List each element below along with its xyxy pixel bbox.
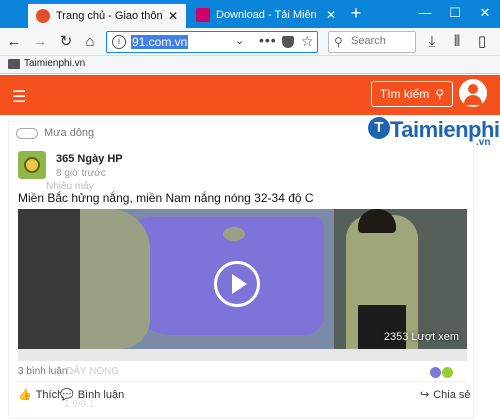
bookmark-taimienphi[interactable]: Taimienphi.vn (8, 58, 85, 69)
source-name[interactable]: 365 Ngày HP (56, 153, 123, 165)
search-bar[interactable]: ⚲ (328, 31, 416, 53)
forward-button[interactable]: → (30, 32, 50, 52)
video-player[interactable]: 2353 Lượt xem (18, 209, 467, 361)
search-icon: ⚲ (435, 87, 445, 101)
nav-bar: ← → ↻ ⌂ i 91.com.vn ⌄ ••• ☆ ⚲ ⤓ ⫴ ▯ (0, 28, 500, 56)
share-button[interactable]: ↪ Chia sẻ (420, 388, 471, 402)
weather-widget: Mưa dông (16, 127, 94, 139)
like-reaction-icon (430, 367, 441, 378)
share-icon: ↪ (420, 389, 430, 401)
maximize-button[interactable]: ☐ (440, 0, 470, 28)
folder-icon (8, 58, 20, 69)
faded-text: 1.9/9.1 (64, 399, 95, 410)
close-window-button[interactable]: ✕ (470, 0, 500, 28)
back-button[interactable]: ← (4, 32, 24, 52)
tab-trang-chu[interactable]: Trang chủ - Giao thông quố ✕ (28, 2, 186, 28)
video-progress-bar[interactable] (18, 349, 467, 361)
home-button[interactable]: ⌂ (80, 32, 100, 52)
search-icon: ⚲ (334, 35, 343, 49)
site-search-button[interactable]: Tìm kiếm ⚲ (371, 81, 453, 107)
menu-icon[interactable]: ☰ (12, 87, 26, 107)
pocket-icon[interactable] (282, 36, 294, 48)
user-account-button[interactable] (459, 79, 487, 107)
view-count: 2353 Lượt xem (383, 331, 459, 343)
site-header: ☰ Tìm kiếm ⚲ (0, 75, 500, 115)
minimize-button[interactable]: — (410, 0, 440, 28)
bookmark-star-icon[interactable]: ☆ (301, 33, 314, 50)
user-icon (468, 84, 478, 94)
play-icon[interactable] (214, 261, 260, 307)
like-button[interactable]: 👍 Thích (18, 388, 63, 402)
close-tab-icon[interactable]: ✕ (326, 8, 336, 22)
reload-button[interactable]: ↻ (56, 32, 76, 52)
avatar[interactable] (18, 151, 46, 179)
close-tab-icon[interactable]: ✕ (168, 9, 178, 23)
comment-count[interactable]: 3 bình luận (18, 366, 68, 377)
tab-strip: Trang chủ - Giao thông quố ✕ Download - … (0, 0, 500, 28)
article-headline[interactable]: Miền Bắc hửng nắng, miền Nam nắng nóng 3… (18, 191, 314, 205)
main-content: Mưa dông T Taimienphi .vn 365 Ngày HP 8 … (0, 115, 500, 419)
thumbs-up-icon: 👍 (18, 389, 32, 401)
bookmarks-bar: Taimienphi.vn (0, 56, 500, 74)
divider (16, 381, 466, 382)
search-input[interactable] (351, 35, 413, 47)
site-favicon-icon (36, 9, 50, 23)
new-tab-button[interactable]: + (345, 2, 367, 26)
cloud-icon (16, 127, 38, 139)
url-bar[interactable]: i 91.com.vn ⌄ ••• ☆ (106, 31, 318, 53)
tab-download[interactable]: Download - Tải Miễn Phí V ✕ (188, 2, 344, 28)
sidebar-icon[interactable]: ▯ (472, 32, 492, 52)
chevron-down-icon[interactable]: ⌄ (235, 34, 244, 47)
post-time: 8 giờ trước (56, 168, 106, 179)
faded-label: DÂY NÓNG (66, 366, 120, 377)
download-icon[interactable]: ⤓ (422, 32, 442, 52)
info-icon[interactable]: i (112, 35, 126, 49)
page-actions-icon[interactable]: ••• (259, 32, 277, 48)
url-text[interactable]: 91.com.vn (131, 35, 189, 49)
emoji-reaction-icon (442, 367, 453, 378)
reaction-icons[interactable] (430, 367, 453, 378)
library-icon[interactable]: ⫴ (447, 32, 467, 52)
site-favicon-icon (196, 8, 210, 22)
